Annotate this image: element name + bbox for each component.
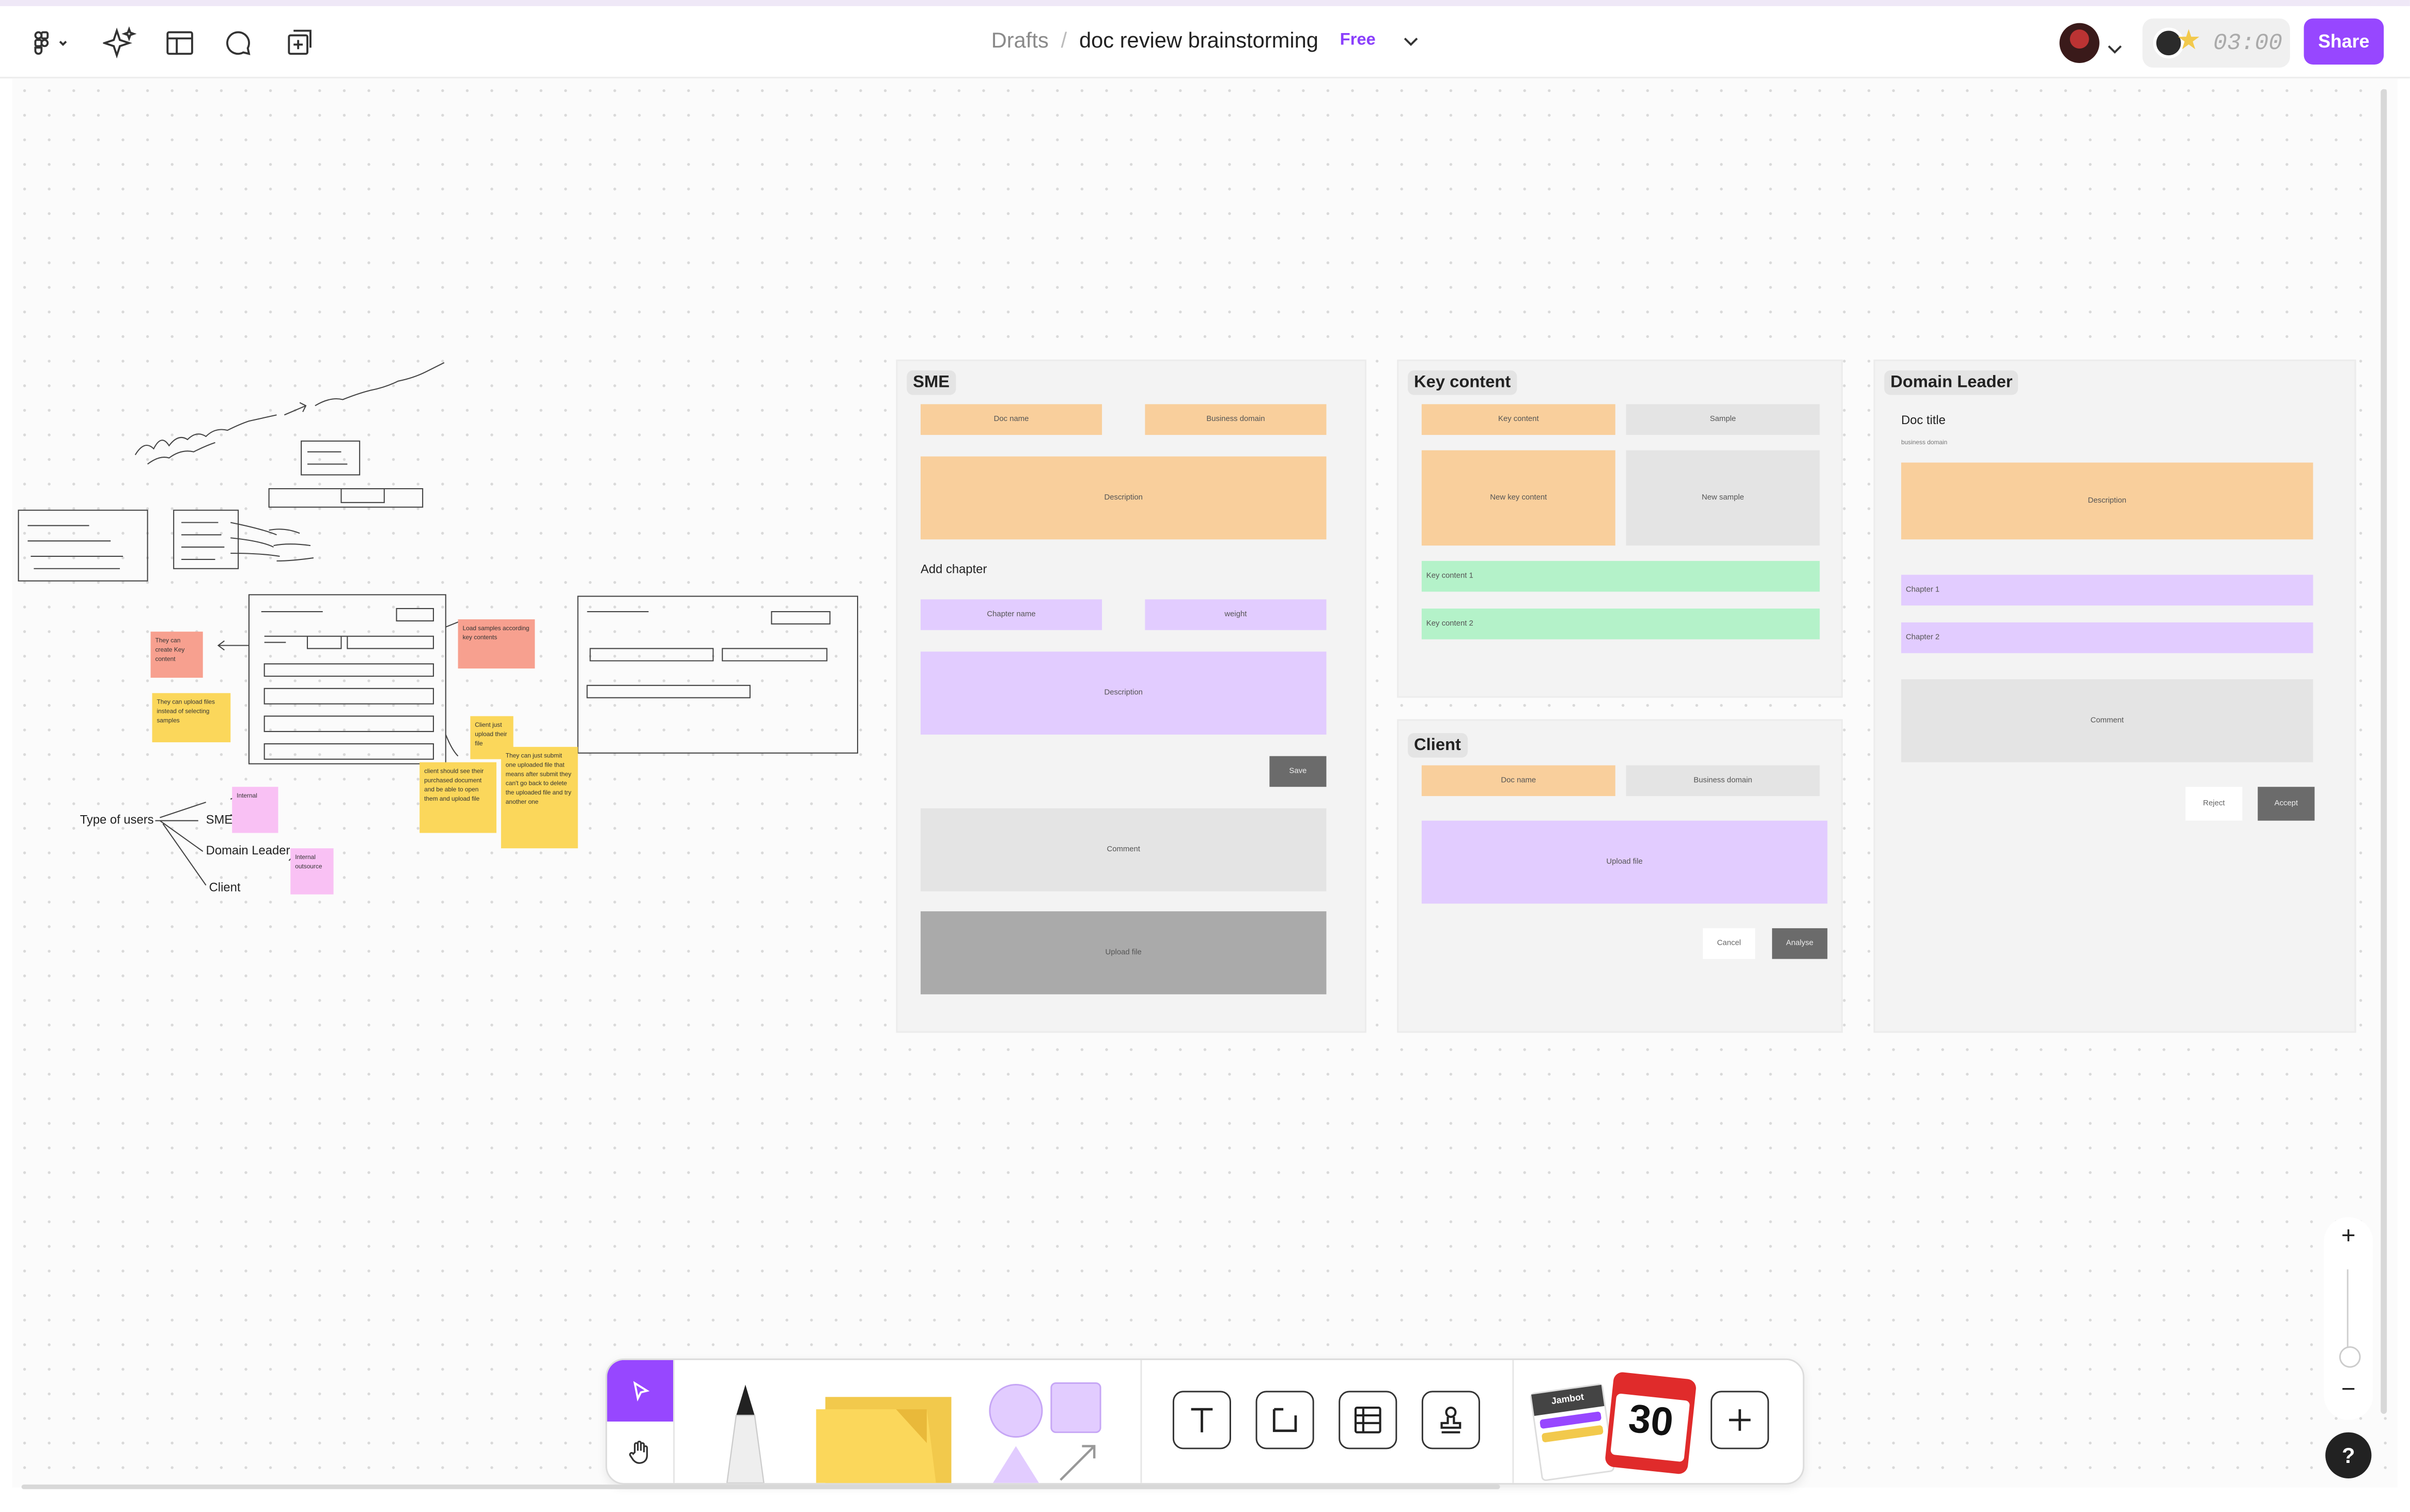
horizontal-scrollbar[interactable] bbox=[21, 1484, 1500, 1489]
jambot-card-icon[interactable]: Jambot bbox=[1529, 1383, 1615, 1482]
sticky-note-tool-icon[interactable] bbox=[804, 1382, 973, 1483]
share-button[interactable]: Share bbox=[2304, 18, 2384, 65]
client-analyse-button[interactable]: Analyse bbox=[1772, 928, 1828, 959]
star-icon: ★ bbox=[2176, 24, 2201, 56]
client-upload-file-button[interactable]: Upload file bbox=[1421, 820, 1828, 904]
section-tool-icon[interactable] bbox=[1255, 1391, 1314, 1449]
jambot-card-accent bbox=[1541, 1425, 1604, 1443]
sme-doc-name-field[interactable]: Doc name bbox=[921, 404, 1102, 435]
sme-business-domain-field[interactable]: Business domain bbox=[1145, 404, 1327, 435]
dl-chapter-2[interactable]: Chapter 2 bbox=[1901, 622, 2313, 653]
sticky-note-internal-outsource[interactable]: Internal outsource bbox=[290, 848, 334, 895]
stamp-tool-icon[interactable] bbox=[1421, 1391, 1480, 1449]
sme-upload-file-button[interactable]: Upload file bbox=[921, 911, 1327, 994]
domain-leader-section-title: Domain Leader bbox=[1884, 370, 2019, 395]
client-business-domain-field[interactable]: Business domain bbox=[1626, 765, 1820, 797]
key-content-item-2[interactable]: Key content 2 bbox=[1421, 609, 1820, 640]
user-sme-label: SME bbox=[206, 813, 233, 827]
new-sample-button[interactable]: New sample bbox=[1626, 450, 1820, 546]
help-button[interactable]: ? bbox=[2325, 1432, 2372, 1478]
domain-leader-section[interactable]: Domain Leader Doc title business domain … bbox=[1873, 360, 2356, 1033]
client-doc-name-field[interactable]: Doc name bbox=[1421, 765, 1615, 797]
sticky-note-they-can-just[interactable]: They can just submit one uploaded file t… bbox=[501, 746, 578, 849]
add-more-tools-icon[interactable] bbox=[1711, 1391, 1769, 1449]
chapter-name-field[interactable]: Chapter name bbox=[921, 599, 1102, 630]
bottom-toolbar: Jambot 30 bbox=[605, 1358, 1805, 1485]
avatar[interactable] bbox=[2059, 23, 2100, 63]
breadcrumb-drafts[interactable]: Drafts bbox=[991, 28, 1049, 53]
zoom-out-button[interactable]: − bbox=[2324, 1377, 2373, 1405]
sample-tab[interactable]: Sample bbox=[1626, 404, 1820, 435]
sme-description-field[interactable]: Description bbox=[921, 456, 1327, 540]
dl-comment-field[interactable]: Comment bbox=[1901, 679, 2313, 762]
hand-tool-icon[interactable] bbox=[607, 1423, 673, 1482]
user-client-label: Client bbox=[209, 880, 241, 895]
key-content-tab[interactable]: Key content bbox=[1421, 404, 1615, 435]
sticky-note-load-samples[interactable]: Load samples according key contents bbox=[458, 619, 535, 669]
toolbar-divider bbox=[673, 1360, 675, 1483]
sticky-note-upload-files[interactable]: They can upload files instead of selecti… bbox=[152, 693, 231, 742]
file-name[interactable]: doc review brainstorming bbox=[1079, 28, 1318, 53]
key-content-item-1[interactable]: Key content 1 bbox=[1421, 560, 1820, 592]
sticky-note-create-key[interactable]: They can create Key content bbox=[150, 631, 203, 678]
dl-description-block: Description bbox=[1901, 462, 2313, 540]
select-tool-cursor-icon[interactable] bbox=[607, 1360, 674, 1422]
zoom-control: + − bbox=[2324, 1217, 2373, 1420]
doc-title-label: Doc title bbox=[1901, 413, 1946, 428]
toolbar-divider bbox=[1512, 1360, 1514, 1483]
sme-save-button[interactable]: Save bbox=[1269, 756, 1327, 787]
key-content-section-title: Key content bbox=[1408, 370, 1517, 395]
dl-reject-button[interactable]: Reject bbox=[2185, 787, 2243, 821]
plan-badge: Free bbox=[1340, 30, 1376, 50]
table-tool-icon[interactable] bbox=[1339, 1391, 1397, 1449]
sme-section-title: SME bbox=[907, 370, 956, 395]
timer-value: 03:00 bbox=[2213, 30, 2282, 57]
client-section[interactable]: Client Doc name Business domain Upload f… bbox=[1397, 719, 1843, 1033]
new-key-content-button[interactable]: New key content bbox=[1421, 450, 1615, 546]
sticky-note-internal[interactable]: Internal bbox=[232, 787, 278, 833]
chapter-weight-field[interactable]: weight bbox=[1145, 599, 1327, 630]
shapes-tool-icon[interactable] bbox=[984, 1379, 1107, 1483]
client-cancel-button[interactable]: Cancel bbox=[1703, 928, 1755, 959]
zoom-slider-handle[interactable] bbox=[2339, 1346, 2361, 1368]
user-domain-leader-label: Domain Leader bbox=[206, 844, 290, 858]
breadcrumb-separator: / bbox=[1061, 27, 1067, 53]
dl-accept-button[interactable]: Accept bbox=[2258, 787, 2315, 821]
jambot-card-label: Jambot bbox=[1531, 1384, 1605, 1416]
chevron-down-icon[interactable] bbox=[1403, 28, 1419, 53]
timer-widget[interactable]: ★ 03:00 bbox=[2142, 18, 2290, 68]
business-domain-label: business domain bbox=[1901, 438, 1948, 446]
sme-comment-field[interactable]: Comment bbox=[921, 808, 1327, 892]
avatar-chevron-down-icon[interactable] bbox=[2107, 35, 2123, 63]
key-content-section[interactable]: Key content Key content Sample New key c… bbox=[1397, 360, 1843, 698]
toolbar-divider bbox=[1140, 1360, 1142, 1483]
add-chapter-label: Add chapter bbox=[921, 562, 987, 576]
zoom-slider-track[interactable] bbox=[2346, 1269, 2349, 1352]
chapter-description-field[interactable]: Description bbox=[921, 651, 1327, 735]
type-of-users-label: Type of users bbox=[80, 813, 154, 827]
client-section-title: Client bbox=[1408, 733, 1467, 758]
sticky-note-client-should[interactable]: client should see their purchased docume… bbox=[419, 762, 496, 833]
dl-chapter-1[interactable]: Chapter 1 bbox=[1901, 574, 2313, 606]
vertical-scrollbar[interactable] bbox=[2381, 89, 2387, 1414]
app-window: Drafts / doc review brainstorming Free ★… bbox=[0, 0, 2410, 1508]
zoom-in-button[interactable]: + bbox=[2324, 1223, 2373, 1251]
calendar-30-icon[interactable]: 30 bbox=[1604, 1371, 1697, 1475]
text-tool-icon[interactable] bbox=[1172, 1391, 1231, 1449]
calendar-number: 30 bbox=[1626, 1395, 1676, 1445]
marker-pen-icon[interactable] bbox=[711, 1382, 779, 1483]
sme-section[interactable]: SME Doc name Business domain Description… bbox=[896, 360, 1366, 1033]
